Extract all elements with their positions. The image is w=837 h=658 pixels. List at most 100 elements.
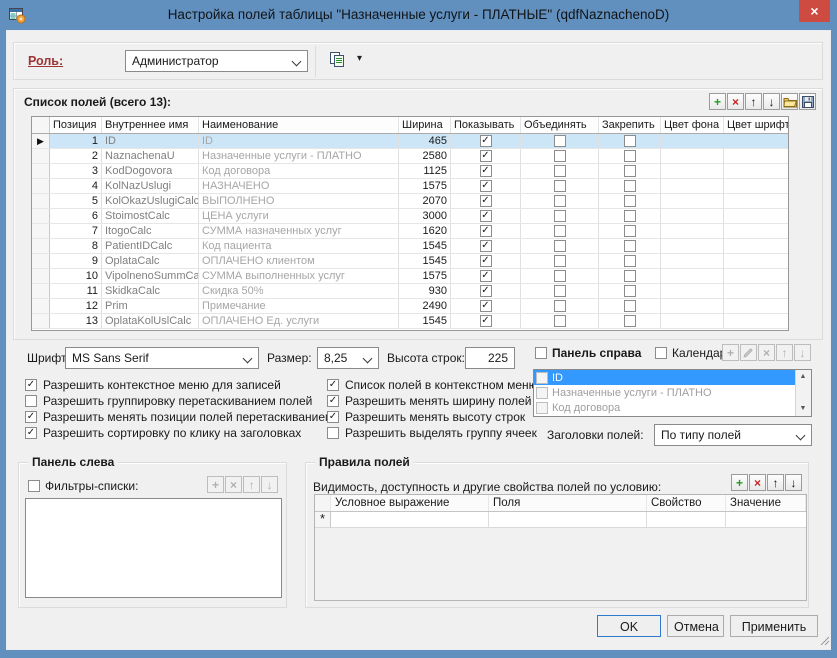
width-cell[interactable]: 1125 xyxy=(399,164,451,178)
pin-checkbox[interactable] xyxy=(624,165,636,177)
caption-cell[interactable]: Примечание xyxy=(199,299,399,313)
font-color-cell[interactable] xyxy=(724,239,788,253)
position-cell[interactable]: 4 xyxy=(50,179,102,193)
caption-cell[interactable]: ОПЛАЧЕНО клиентом xyxy=(199,254,399,268)
pin-checkbox[interactable] xyxy=(624,135,636,147)
width-cell[interactable]: 1620 xyxy=(399,224,451,238)
font-color-cell[interactable] xyxy=(724,164,788,178)
merge-checkbox[interactable] xyxy=(554,135,566,147)
calendar-checkbox[interactable] xyxy=(655,347,667,359)
show-checkbox[interactable]: ✓ xyxy=(480,195,492,207)
column-header[interactable]: Показывать xyxy=(451,117,521,133)
table-row[interactable]: 4KolNazUslugiНАЗНАЧЕНО1575✓ xyxy=(32,179,788,194)
bg-color-cell[interactable] xyxy=(661,269,724,283)
rules-cell-property[interactable] xyxy=(647,512,726,527)
pin-checkbox[interactable] xyxy=(624,255,636,267)
internal-name-cell[interactable]: SkidkaCalc xyxy=(102,284,199,298)
option-checkbox[interactable]: ✓ xyxy=(327,411,339,423)
rules-cell-fields[interactable] xyxy=(489,512,647,527)
row-selector-cell[interactable]: ▶ xyxy=(32,134,50,148)
scroll-up-icon[interactable]: ▲ xyxy=(796,370,810,384)
bg-color-cell[interactable] xyxy=(661,194,724,208)
width-cell[interactable]: 1575 xyxy=(399,179,451,193)
pin-checkbox[interactable] xyxy=(624,210,636,222)
role-combobox[interactable]: Администратор xyxy=(125,50,308,72)
rules-new-row[interactable]: * xyxy=(315,512,806,528)
width-cell[interactable]: 1545 xyxy=(399,254,451,268)
table-row[interactable]: 13OplataKolUslCalcОПЛАЧЕНО Ед. услуги154… xyxy=(32,314,788,329)
merge-checkbox[interactable] xyxy=(554,255,566,267)
option-checkbox[interactable] xyxy=(327,427,339,439)
internal-name-cell[interactable]: KolNazUslugi xyxy=(102,179,199,193)
pin-checkbox[interactable] xyxy=(624,180,636,192)
merge-checkbox[interactable] xyxy=(554,195,566,207)
caption-cell[interactable]: Назначенные услуги - ПЛАТНО xyxy=(199,149,399,163)
right-panel-scrollbar[interactable]: ▲ ▼ xyxy=(795,370,811,416)
role-label[interactable]: Роль: xyxy=(28,54,63,68)
table-row[interactable]: 7ItogoCalcСУММА назначенных услуг1620✓ xyxy=(32,224,788,239)
row-selector-cell[interactable] xyxy=(32,209,50,223)
load-fields-button[interactable] xyxy=(781,93,798,110)
table-row[interactable]: 9OplataCalcОПЛАЧЕНО клиентом1545✓ xyxy=(32,254,788,269)
show-checkbox[interactable]: ✓ xyxy=(480,285,492,297)
bg-color-cell[interactable] xyxy=(661,209,724,223)
filters-checkbox[interactable] xyxy=(28,480,40,492)
internal-name-cell[interactable]: PatientIDCalc xyxy=(102,239,199,253)
pin-checkbox[interactable] xyxy=(624,300,636,312)
move-rule-up-button[interactable]: ↑ xyxy=(767,474,784,491)
show-checkbox[interactable]: ✓ xyxy=(480,210,492,222)
pin-checkbox[interactable] xyxy=(624,195,636,207)
bg-color-cell[interactable] xyxy=(661,299,724,313)
bg-color-cell[interactable] xyxy=(661,179,724,193)
show-checkbox[interactable]: ✓ xyxy=(480,240,492,252)
merge-checkbox[interactable] xyxy=(554,225,566,237)
width-cell[interactable]: 465 xyxy=(399,134,451,148)
internal-name-cell[interactable]: ID xyxy=(102,134,199,148)
column-header[interactable]: Закрепить xyxy=(599,117,661,133)
table-row[interactable]: ▶1IDID465✓ xyxy=(32,134,788,149)
caption-cell[interactable]: НАЗНАЧЕНО xyxy=(199,179,399,193)
column-header[interactable]: Ширина xyxy=(399,117,451,133)
row-selector-cell[interactable] xyxy=(32,299,50,313)
table-row[interactable]: 2NaznachenaUНазначенные услуги - ПЛАТНО2… xyxy=(32,149,788,164)
option-checkbox[interactable]: ✓ xyxy=(25,379,37,391)
merge-checkbox[interactable] xyxy=(554,240,566,252)
width-cell[interactable]: 2580 xyxy=(399,149,451,163)
font-color-cell[interactable] xyxy=(724,134,788,148)
position-cell[interactable]: 10 xyxy=(50,269,102,283)
pin-checkbox[interactable] xyxy=(624,285,636,297)
position-cell[interactable]: 13 xyxy=(50,314,102,328)
table-row[interactable]: 10VipolnenoSummCalСУММА выполненных услу… xyxy=(32,269,788,284)
show-checkbox[interactable]: ✓ xyxy=(480,315,492,327)
merge-checkbox[interactable] xyxy=(554,300,566,312)
row-selector-cell[interactable] xyxy=(32,224,50,238)
delete-rule-button[interactable]: × xyxy=(749,474,766,491)
merge-checkbox[interactable] xyxy=(554,285,566,297)
add-field-button[interactable]: + xyxy=(709,93,726,110)
position-cell[interactable]: 8 xyxy=(50,239,102,253)
internal-name-cell[interactable]: VipolnenoSummCal xyxy=(102,269,199,283)
width-cell[interactable]: 3000 xyxy=(399,209,451,223)
rules-cell-value[interactable] xyxy=(726,512,806,527)
option-checkbox[interactable]: ✓ xyxy=(25,411,37,423)
table-row[interactable]: 3KodDogovoraКод договора1125✓ xyxy=(32,164,788,179)
rules-cell-expression[interactable] xyxy=(331,512,489,527)
merge-checkbox[interactable] xyxy=(554,210,566,222)
caption-cell[interactable]: Код пациента xyxy=(199,239,399,253)
merge-checkbox[interactable] xyxy=(554,180,566,192)
font-color-cell[interactable] xyxy=(724,299,788,313)
position-cell[interactable]: 12 xyxy=(50,299,102,313)
internal-name-cell[interactable]: NaznachenaU xyxy=(102,149,199,163)
caption-cell[interactable]: ID xyxy=(199,134,399,148)
merge-checkbox[interactable] xyxy=(554,270,566,282)
pin-checkbox[interactable] xyxy=(624,225,636,237)
row-selector-cell[interactable] xyxy=(32,179,50,193)
merge-checkbox[interactable] xyxy=(554,165,566,177)
list-item[interactable]: Назначенные услуги - ПЛАТНО xyxy=(534,385,796,400)
field-headers-combobox[interactable]: По типу полей xyxy=(654,424,812,446)
bg-color-cell[interactable] xyxy=(661,149,724,163)
scroll-down-icon[interactable]: ▼ xyxy=(796,402,810,416)
font-combobox[interactable]: MS Sans Serif xyxy=(65,347,259,369)
position-cell[interactable]: 2 xyxy=(50,149,102,163)
row-selector-cell[interactable] xyxy=(32,239,50,253)
